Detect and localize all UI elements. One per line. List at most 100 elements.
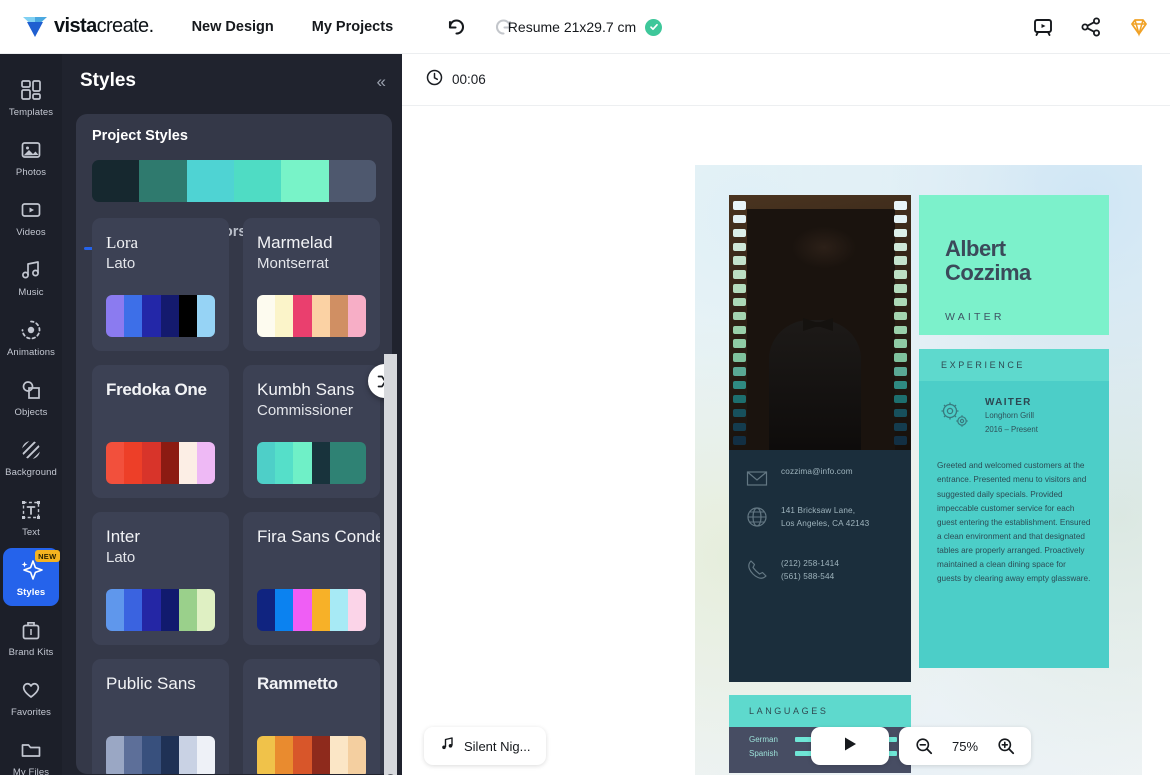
- style-card[interactable]: Fredoka One: [92, 365, 229, 498]
- palette-swatch[interactable]: [178, 295, 197, 337]
- sidebar-item-videos[interactable]: Videos: [3, 188, 59, 246]
- palette-swatch[interactable]: [92, 160, 140, 202]
- sidebar-item-templates[interactable]: Templates: [3, 68, 59, 126]
- palette-swatch[interactable]: [124, 589, 143, 631]
- palette-swatch[interactable]: [106, 736, 125, 774]
- palette-swatch[interactable]: [329, 295, 348, 337]
- style-card-palette[interactable]: [106, 295, 215, 337]
- profile-photo[interactable]: [729, 195, 911, 450]
- project-palette[interactable]: [92, 160, 376, 202]
- palette-swatch[interactable]: [347, 589, 366, 631]
- style-card-palette[interactable]: [257, 589, 366, 631]
- palette-swatch[interactable]: [293, 442, 312, 484]
- style-card-palette[interactable]: [106, 442, 215, 484]
- palette-swatch[interactable]: [178, 589, 197, 631]
- palette-swatch[interactable]: [257, 589, 276, 631]
- palette-swatch[interactable]: [124, 295, 143, 337]
- design-page[interactable]: cozzima@info.com 141 Bricksaw Lane, Los A…: [695, 165, 1142, 775]
- palette-swatch[interactable]: [196, 589, 215, 631]
- palette-swatch[interactable]: [178, 736, 197, 774]
- palette-swatch[interactable]: [124, 442, 143, 484]
- style-card-palette[interactable]: [106, 589, 215, 631]
- palette-swatch[interactable]: [196, 736, 215, 774]
- palette-swatch[interactable]: [347, 736, 366, 774]
- palette-swatch[interactable]: [329, 589, 348, 631]
- languages-heading-bar[interactable]: LANGUAGES: [729, 695, 911, 727]
- vistacreate-logo[interactable]: vistacreate.: [22, 15, 154, 39]
- sidebar-item-my-files[interactable]: My Files: [3, 728, 59, 775]
- palette-swatch[interactable]: [347, 295, 366, 337]
- sidebar-item-favorites[interactable]: Favorites: [3, 668, 59, 726]
- palette-swatch[interactable]: [275, 442, 294, 484]
- play-button[interactable]: [811, 727, 889, 765]
- name-block[interactable]: Albert Cozzima WAITER: [919, 195, 1109, 335]
- palette-swatch[interactable]: [196, 295, 215, 337]
- palette-swatch[interactable]: [233, 160, 282, 202]
- palette-swatch[interactable]: [293, 736, 312, 774]
- style-card[interactable]: Marmelad Montserrat: [243, 218, 380, 351]
- style-card-palette[interactable]: [257, 736, 366, 774]
- palette-swatch[interactable]: [142, 589, 161, 631]
- premium-diamond-icon[interactable]: [1128, 16, 1150, 38]
- palette-swatch[interactable]: [275, 736, 294, 774]
- palette-swatch[interactable]: [275, 295, 294, 337]
- palette-swatch[interactable]: [347, 442, 366, 484]
- sidebar-item-animations[interactable]: Animations: [3, 308, 59, 366]
- style-card[interactable]: Rammetto: [243, 659, 380, 774]
- music-chip[interactable]: Silent Nig...: [424, 727, 547, 765]
- sidebar-item-photos[interactable]: Photos: [3, 128, 59, 186]
- palette-swatch[interactable]: [329, 442, 348, 484]
- palette-swatch[interactable]: [293, 295, 312, 337]
- style-card[interactable]: Fira Sans Conde: [243, 512, 380, 645]
- palette-swatch[interactable]: [142, 442, 161, 484]
- palette-swatch[interactable]: [106, 295, 125, 337]
- sidebar-item-styles[interactable]: NEW Styles: [3, 548, 60, 606]
- palette-swatch[interactable]: [160, 736, 179, 774]
- experience-heading-bar[interactable]: EXPERIENCE: [919, 349, 1109, 381]
- palette-swatch[interactable]: [293, 589, 312, 631]
- style-card[interactable]: Kumbh Sans Commissioner: [243, 365, 380, 498]
- nav-my-projects[interactable]: My Projects: [312, 19, 393, 35]
- document-title[interactable]: Resume 21x29.7 cm: [508, 19, 636, 35]
- zoom-in-icon[interactable]: [997, 737, 1015, 755]
- share-icon[interactable]: [1080, 16, 1102, 38]
- panel-scrollbar[interactable]: [384, 354, 397, 775]
- sidebar-item-background[interactable]: Background: [3, 428, 59, 486]
- palette-swatch[interactable]: [311, 295, 330, 337]
- sidebar-item-text[interactable]: Text: [3, 488, 59, 546]
- palette-swatch[interactable]: [196, 442, 215, 484]
- nav-new-design[interactable]: New Design: [192, 19, 274, 35]
- palette-swatch[interactable]: [281, 160, 329, 202]
- present-icon[interactable]: [1032, 16, 1054, 38]
- canvas-stage[interactable]: cozzima@info.com 141 Bricksaw Lane, Los A…: [402, 106, 1170, 775]
- palette-swatch[interactable]: [160, 295, 179, 337]
- palette-swatch[interactable]: [142, 736, 161, 774]
- palette-swatch[interactable]: [311, 736, 330, 774]
- palette-swatch[interactable]: [257, 736, 276, 774]
- contact-block[interactable]: cozzima@info.com 141 Bricksaw Lane, Los A…: [729, 450, 911, 682]
- collapse-left-icon[interactable]: «: [377, 73, 386, 90]
- style-card[interactable]: Inter Lato: [92, 512, 229, 645]
- style-card[interactable]: Public Sans: [92, 659, 229, 774]
- palette-swatch[interactable]: [186, 160, 234, 202]
- experience-block[interactable]: WAITER Longhorn Grill 2016 – Present Gre…: [919, 381, 1109, 668]
- palette-swatch[interactable]: [106, 442, 125, 484]
- sidebar-item-objects[interactable]: Objects: [3, 368, 59, 426]
- style-card-palette[interactable]: [257, 295, 366, 337]
- palette-swatch[interactable]: [178, 442, 197, 484]
- palette-swatch[interactable]: [142, 295, 161, 337]
- sidebar-item-music[interactable]: Music: [3, 248, 59, 306]
- palette-swatch[interactable]: [257, 295, 276, 337]
- palette-swatch[interactable]: [160, 589, 179, 631]
- palette-swatch[interactable]: [275, 589, 294, 631]
- palette-swatch[interactable]: [139, 160, 187, 202]
- palette-swatch[interactable]: [328, 160, 376, 202]
- zoom-out-icon[interactable]: [915, 737, 933, 755]
- palette-swatch[interactable]: [311, 442, 330, 484]
- style-card-palette[interactable]: [257, 442, 366, 484]
- palette-swatch[interactable]: [329, 736, 348, 774]
- palette-swatch[interactable]: [311, 589, 330, 631]
- undo-icon[interactable]: [445, 16, 467, 38]
- style-card[interactable]: Lora Lato: [92, 218, 229, 351]
- style-card-palette[interactable]: [106, 736, 215, 774]
